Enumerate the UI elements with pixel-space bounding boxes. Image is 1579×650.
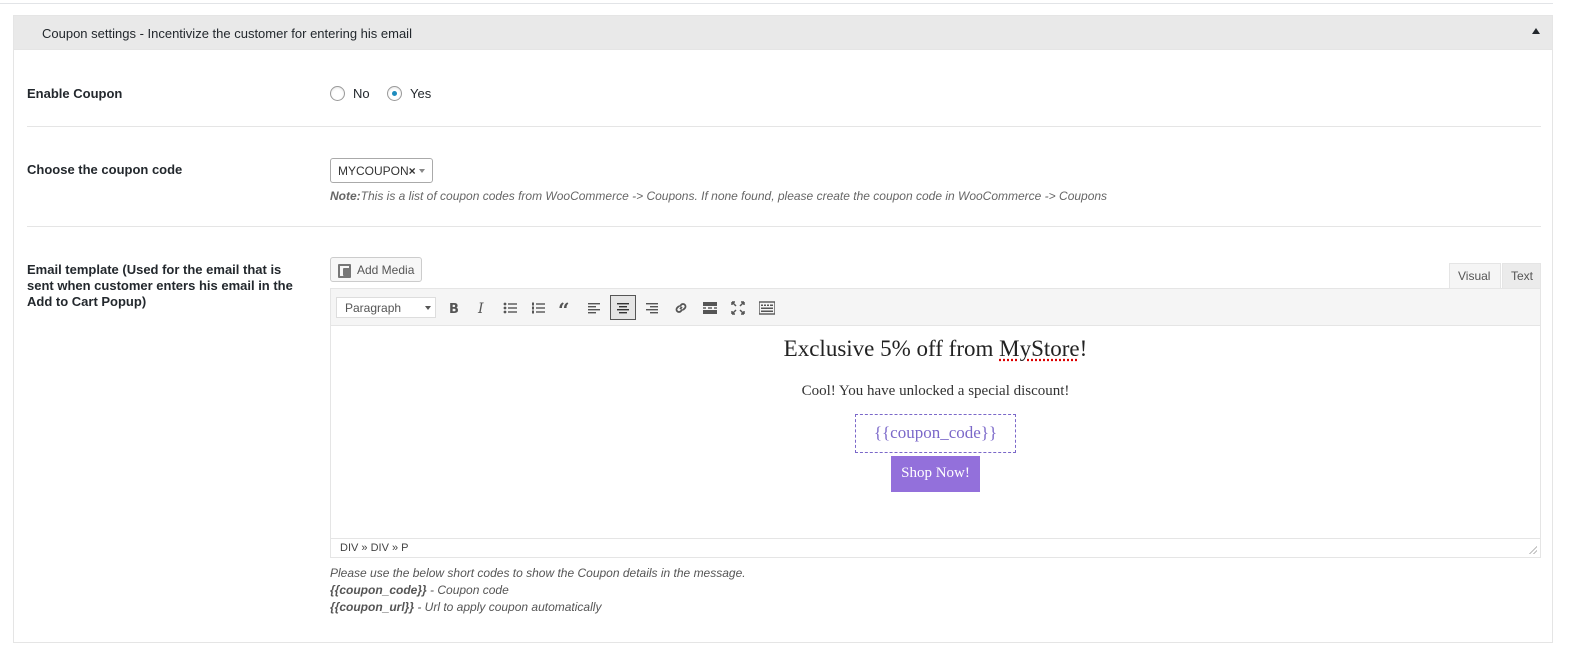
radio-no[interactable]: [330, 86, 345, 101]
svg-text:B: B: [449, 302, 459, 315]
element-path: DIV » DIV » P: [331, 538, 1540, 557]
enable-coupon-label: Enable Coupon: [27, 86, 123, 101]
shortcode-code: {{coupon_url}}: [330, 600, 415, 614]
add-media-label: Add Media: [357, 262, 415, 277]
format-select[interactable]: Paragraph: [336, 297, 436, 318]
note-text: This is a list of coupon codes from WooC…: [360, 189, 1108, 203]
tab-visual[interactable]: Visual: [1449, 263, 1501, 288]
shortcode-desc: - Coupon code: [426, 583, 509, 597]
chevron-down-icon: [425, 306, 431, 310]
resize-handle-icon[interactable]: [1529, 546, 1537, 554]
coupon-code-note: Note:This is a list of coupon codes from…: [330, 189, 1107, 203]
element-path-text: DIV » DIV » P: [340, 542, 409, 554]
email-heading-suffix: !: [1079, 336, 1088, 361]
svg-text:I: I: [477, 301, 484, 315]
email-heading: Exclusive 5% off from MyStore!: [331, 336, 1540, 362]
align-left-icon[interactable]: [581, 295, 607, 320]
media-icon: [338, 263, 352, 278]
tab-text[interactable]: Text: [1502, 263, 1541, 288]
coupon-settings-panel: Coupon settings - Incentivize the custom…: [13, 15, 1553, 643]
bold-icon[interactable]: B: [440, 295, 466, 320]
row-separator: [27, 126, 1541, 127]
read-more-icon[interactable]: [697, 295, 723, 320]
editor-content-area[interactable]: Exclusive 5% off from MyStore! Cool! You…: [331, 326, 1540, 540]
coupon-code-value: MYCOUPON: [338, 164, 409, 178]
collapse-arrow-icon[interactable]: [1532, 28, 1540, 34]
email-heading-prefix: Exclusive 5% off from: [783, 336, 1000, 361]
radio-yes-label: Yes: [410, 86, 432, 101]
coupon-code-placeholder: {{coupon_code}}: [855, 414, 1016, 453]
add-media-button[interactable]: Add Media: [330, 257, 422, 282]
clear-selection-icon[interactable]: ×: [409, 164, 416, 178]
svg-text:“: “: [558, 301, 570, 315]
editor-toolbar: Paragraph B I “: [331, 289, 1540, 326]
row-separator: [27, 226, 1541, 227]
email-heading-store-name: MyStore: [999, 336, 1080, 361]
link-icon[interactable]: [668, 295, 694, 320]
align-right-icon[interactable]: [639, 295, 665, 320]
numbered-list-icon[interactable]: [525, 295, 551, 320]
panel-title: Coupon settings - Incentivize the custom…: [42, 26, 412, 41]
blockquote-icon[interactable]: “: [553, 295, 579, 320]
shortcode-help-intro: Please use the below short codes to show…: [330, 566, 746, 580]
chevron-down-icon: [419, 169, 425, 173]
bullet-list-icon[interactable]: [497, 295, 523, 320]
panel-header[interactable]: Coupon settings - Incentivize the custom…: [14, 16, 1552, 50]
align-center-icon[interactable]: [610, 295, 636, 320]
toolbar-toggle-icon[interactable]: [754, 295, 780, 320]
radio-no-label: No: [353, 86, 370, 101]
shortcode-code: {{coupon_code}}: [330, 583, 427, 597]
coupon-code-select[interactable]: MYCOUPON×: [330, 158, 433, 183]
email-subheading: Cool! You have unlocked a special discou…: [801, 383, 1070, 399]
top-divider: [0, 0, 1553, 4]
coupon-code-label: Choose the coupon code: [27, 162, 183, 177]
rich-text-editor: Paragraph B I “ Exclusive 5% off from My…: [330, 288, 1541, 558]
shop-now-button: Shop Now!: [891, 456, 980, 492]
shortcode-help-item: {{coupon_code}} - Coupon code: [330, 583, 509, 597]
radio-option-no[interactable]: No: [330, 86, 370, 101]
fullscreen-icon[interactable]: [725, 295, 751, 320]
email-template-label: Email template (Used for the email that …: [27, 262, 293, 309]
shortcode-desc: - Url to apply coupon automatically: [414, 600, 602, 614]
note-prefix: Note:: [330, 189, 361, 203]
radio-yes[interactable]: [387, 86, 402, 101]
radio-option-yes[interactable]: Yes: [387, 86, 431, 101]
format-select-value: Paragraph: [345, 301, 402, 315]
italic-icon[interactable]: I: [468, 295, 494, 320]
shortcode-help-item: {{coupon_url}} - Url to apply coupon aut…: [330, 600, 601, 614]
